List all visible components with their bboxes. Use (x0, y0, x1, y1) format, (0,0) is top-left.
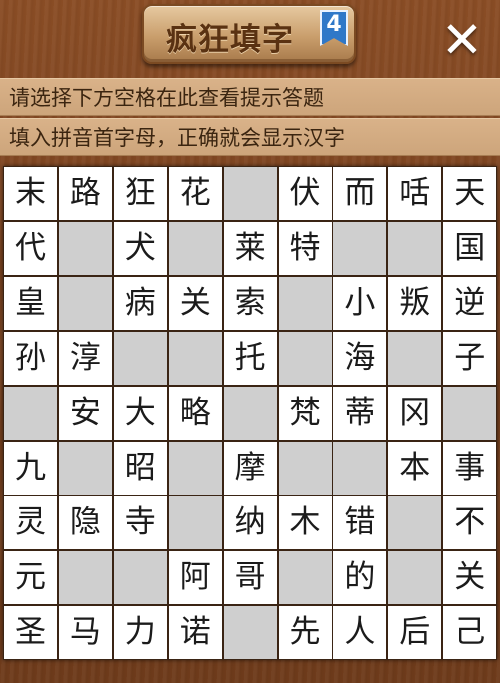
grid-cell[interactable]: 路 (58, 167, 112, 220)
grid-cell[interactable]: 隐 (58, 496, 112, 550)
grid-cell[interactable]: 圣 (4, 606, 57, 660)
grid-cell-empty[interactable] (223, 167, 277, 220)
grid-cell[interactable]: 灵 (4, 496, 57, 550)
grid-cell[interactable]: 先 (278, 606, 332, 660)
grid-cell[interactable]: 叛 (388, 276, 442, 330)
grid-cell[interactable]: 咶 (388, 167, 442, 220)
grid-cell[interactable]: 海 (333, 331, 387, 385)
grid-cell[interactable]: 寺 (113, 496, 167, 550)
grid-cell[interactable]: 哥 (223, 551, 277, 605)
grid-cell[interactable]: 末 (4, 167, 57, 220)
grid-cell[interactable]: 关 (443, 551, 497, 605)
grid-cell[interactable]: 子 (443, 331, 497, 385)
grid-cell-empty[interactable] (443, 386, 497, 440)
hint-line-1: 请选择下方空格在此查看提示答题 (0, 78, 500, 116)
grid-cell-empty[interactable] (58, 221, 112, 275)
grid-cell-empty[interactable] (333, 441, 387, 495)
grid-cell[interactable]: 后 (388, 606, 442, 660)
grid-cell[interactable]: 犬 (113, 221, 167, 275)
grid-cell-empty[interactable] (58, 276, 112, 330)
grid-cell[interactable]: 蒂 (333, 386, 387, 440)
grid-cell[interactable]: 本 (388, 441, 442, 495)
grid-cell-empty[interactable] (388, 331, 442, 385)
grid-cell[interactable]: 梵 (278, 386, 332, 440)
grid-cell[interactable]: 纳 (223, 496, 277, 550)
grid-cell-empty[interactable] (168, 221, 222, 275)
top-bar: 疯狂填字 4 ✕ (0, 0, 500, 76)
grid-cell[interactable]: 的 (333, 551, 387, 605)
grid-cell[interactable]: 孙 (4, 331, 57, 385)
grid-cell[interactable]: 天 (443, 167, 497, 220)
title-plaque: 疯狂填字 4 (142, 4, 356, 64)
grid-cell[interactable]: 事 (443, 441, 497, 495)
grid-cell[interactable]: 病 (113, 276, 167, 330)
hint-line-2: 填入拼音首字母，正确就会显示汉字 (0, 118, 500, 156)
grid-cell-empty[interactable] (113, 551, 167, 605)
grid-cell[interactable]: 伏 (278, 167, 332, 220)
grid-cell-empty[interactable] (388, 551, 442, 605)
grid-cell[interactable]: 特 (278, 221, 332, 275)
grid-cell[interactable]: 关 (168, 276, 222, 330)
grid-cell[interactable]: 己 (443, 606, 497, 660)
grid-cell-empty[interactable] (58, 441, 112, 495)
grid-cell-empty[interactable] (168, 441, 222, 495)
grid-cell[interactable]: 狂 (113, 167, 167, 220)
grid-cell-empty[interactable] (223, 386, 277, 440)
grid-cell[interactable]: 花 (168, 167, 222, 220)
grid-cell[interactable]: 错 (333, 496, 387, 550)
grid-cell[interactable]: 大 (113, 386, 167, 440)
grid-cell-empty[interactable] (168, 496, 222, 550)
grid-cell[interactable]: 摩 (223, 441, 277, 495)
crossword-board: 末路狂花伏而咶天代犬莱特国皇病关索小叛逆孙淳托海子安大略梵蒂冈九昭摩本事灵隐寺纳… (3, 166, 497, 660)
grid-cell[interactable]: 九 (4, 441, 57, 495)
grid-cell[interactable]: 马 (58, 606, 112, 660)
grid-cell-empty[interactable] (278, 551, 332, 605)
grid-cell[interactable]: 人 (333, 606, 387, 660)
grid-cell[interactable]: 索 (223, 276, 277, 330)
grid-cell[interactable]: 小 (333, 276, 387, 330)
grid-cell[interactable]: 阿 (168, 551, 222, 605)
grid-cell-empty[interactable] (388, 221, 442, 275)
grid-cell-empty[interactable] (113, 331, 167, 385)
grid-cell-empty[interactable] (278, 331, 332, 385)
grid-cell[interactable]: 木 (278, 496, 332, 550)
grid-cell-empty[interactable] (278, 441, 332, 495)
grid-cell-empty[interactable] (223, 606, 277, 660)
grid-cell[interactable]: 略 (168, 386, 222, 440)
grid-cell-empty[interactable] (388, 496, 442, 550)
grid-cell[interactable]: 代 (4, 221, 57, 275)
grid-cell-empty[interactable] (278, 276, 332, 330)
grid-cell-empty[interactable] (4, 386, 57, 440)
grid-cell-empty[interactable] (58, 551, 112, 605)
grid-cell[interactable]: 不 (443, 496, 497, 550)
grid-cell[interactable]: 国 (443, 221, 497, 275)
grid-cell[interactable]: 而 (333, 167, 387, 220)
grid-cell[interactable]: 元 (4, 551, 57, 605)
grid-cell[interactable]: 冈 (388, 386, 442, 440)
game-title: 疯狂填字 (166, 22, 294, 58)
grid-cell-empty[interactable] (168, 331, 222, 385)
grid-cell[interactable]: 逆 (443, 276, 497, 330)
grid-cell[interactable]: 力 (113, 606, 167, 660)
grid-cell[interactable]: 莱 (223, 221, 277, 275)
grid-cell[interactable]: 皇 (4, 276, 57, 330)
grid-cell[interactable]: 安 (58, 386, 112, 440)
grid-cell-empty[interactable] (333, 221, 387, 275)
grid-cell[interactable]: 淳 (58, 331, 112, 385)
grid-cell[interactable]: 托 (223, 331, 277, 385)
close-icon[interactable]: ✕ (436, 14, 488, 66)
grid-cell[interactable]: 昭 (113, 441, 167, 495)
level-badge: 4 (320, 10, 348, 46)
grid-cell[interactable]: 诺 (168, 606, 222, 660)
